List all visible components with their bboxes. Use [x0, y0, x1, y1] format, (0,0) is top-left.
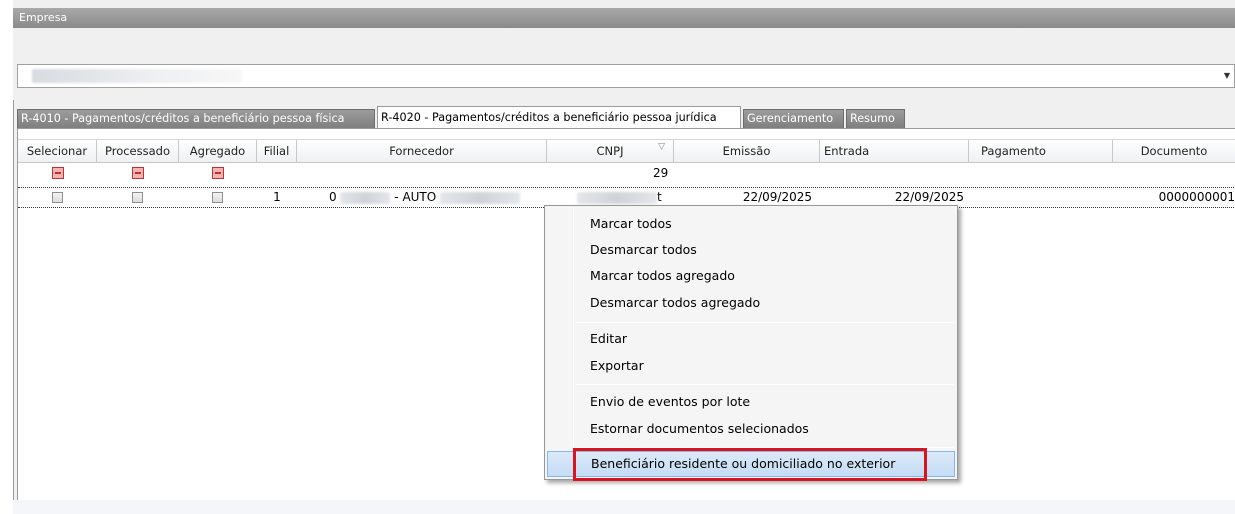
panel-border [13, 100, 14, 500]
menu-separator [576, 447, 954, 448]
menu-item-desmarcar-todos[interactable]: Desmarcar todos [547, 237, 955, 263]
empresa-selected-value [32, 69, 242, 83]
menu-item-marcar-todos[interactable]: Marcar todos [547, 211, 955, 237]
col-entrada[interactable]: Entrada [820, 140, 969, 163]
cell-pagamento [969, 188, 1113, 207]
cell-fornecedor: 0 - AUTO [297, 188, 547, 207]
menu-item-envio-eventos-lote[interactable]: Envio de eventos por lote [547, 389, 955, 415]
cell-selecionar [18, 188, 97, 207]
empresa-area [13, 28, 1235, 64]
col-fornecedor[interactable]: Fornecedor [297, 140, 547, 163]
select-checkbox[interactable] [51, 192, 63, 203]
tab-resumo[interactable]: Resumo [846, 109, 905, 128]
filter-row: 29 [18, 164, 1235, 184]
redacted-name [440, 191, 521, 204]
menu-item-desmarcar-todos-agregado[interactable]: Desmarcar todos agregado [547, 290, 955, 316]
filter-checkbox[interactable] [132, 167, 144, 179]
tab-gerenciamento[interactable]: Gerenciamento [743, 109, 844, 128]
chevron-down-icon[interactable]: ▼ [1224, 71, 1230, 80]
col-documento[interactable]: Documento [1113, 140, 1235, 163]
empresa-select[interactable]: ▼ [17, 64, 1235, 88]
cnpj-suffix: t [657, 190, 662, 204]
fornecedor-prefix: 0 [329, 190, 337, 204]
fornecedor-name: - AUTO [394, 190, 437, 204]
menu-separator [576, 322, 954, 323]
filter-agregado [179, 164, 257, 184]
col-cnpj[interactable]: CNPJ ▽ [547, 140, 674, 163]
col-pagamento[interactable]: Pagamento [969, 140, 1113, 163]
col-selecionar[interactable]: Selecionar [18, 140, 97, 163]
agregado-checkbox[interactable] [212, 192, 223, 203]
filter-count: 29 [653, 166, 669, 180]
col-filial[interactable]: Filial [257, 140, 297, 163]
redacted-cnpj [577, 191, 657, 204]
cell-processado [97, 188, 179, 207]
col-cnpj-label: CNPJ [596, 144, 624, 158]
cell-agregado [179, 188, 257, 207]
grid-header: Selecionar Processado Agregado Filial Fo… [18, 139, 1235, 163]
menu-item-marcar-todos-agregado[interactable]: Marcar todos agregado [547, 263, 955, 289]
menu-item-beneficiario-exterior[interactable]: Beneficiário residente ou domiciliado no… [547, 451, 955, 477]
menu-item-exportar[interactable]: Exportar [547, 353, 955, 379]
filter-spacer: 29 [257, 164, 674, 184]
cell-filial: 1 [273, 190, 281, 204]
filter-checkbox[interactable] [51, 167, 64, 179]
tab-r4010[interactable]: R-4010 - Pagamentos/créditos a beneficiá… [17, 109, 375, 128]
menu-item-estornar-documentos[interactable]: Estornar documentos selecionados [547, 416, 955, 442]
redacted-code [340, 191, 391, 204]
tab-r4020[interactable]: R-4020 - Pagamentos/créditos a beneficiá… [377, 106, 741, 128]
menu-item-editar[interactable]: Editar [547, 326, 955, 352]
processado-checkbox[interactable] [132, 192, 143, 203]
filter-icon[interactable]: ▽ [658, 141, 665, 153]
tab-strip: R-4010 - Pagamentos/créditos a beneficiá… [17, 106, 907, 128]
filter-selecionar [18, 164, 97, 184]
empresa-header: Empresa [13, 8, 1235, 28]
context-menu: Marcar todos Desmarcar todos Marcar todo… [544, 205, 958, 480]
filter-processado [97, 164, 179, 184]
col-agregado[interactable]: Agregado [179, 140, 257, 163]
bottom-strip [13, 500, 1235, 514]
col-emissao[interactable]: Emissão [674, 140, 820, 163]
menu-separator [576, 384, 954, 385]
filter-checkbox[interactable] [212, 167, 224, 179]
cell-documento: 0000000001 [1158, 190, 1235, 204]
col-processado[interactable]: Processado [97, 140, 179, 163]
